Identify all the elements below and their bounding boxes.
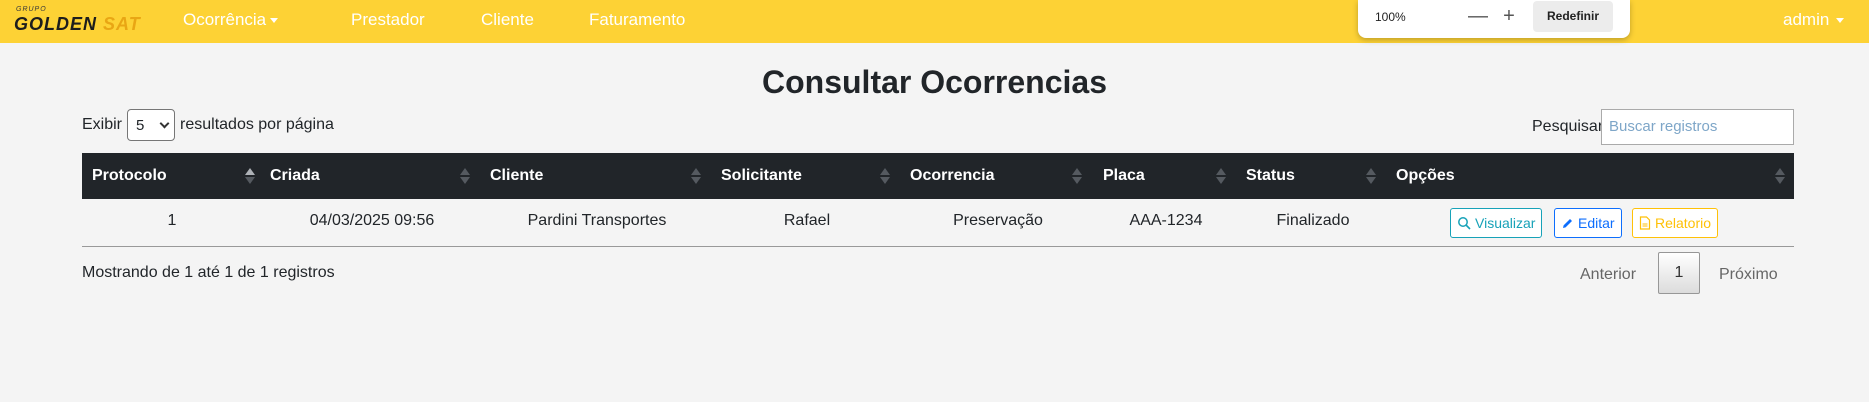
column-header-status[interactable]: Status xyxy=(1246,153,1295,199)
cell-placa: AAA-1234 xyxy=(1129,212,1203,229)
pagination-next[interactable]: Próximo xyxy=(1719,266,1778,284)
zoom-out-icon[interactable]: — xyxy=(1468,6,1488,27)
user-name: admin xyxy=(1783,10,1830,29)
sort-icon xyxy=(1072,168,1082,184)
sort-icon xyxy=(880,168,890,184)
browser-zoom-popup: 100% — + Redefinir xyxy=(1358,0,1630,38)
page-length-suffix: resultados por página xyxy=(180,116,334,133)
report-button[interactable]: Relatorio xyxy=(1632,208,1719,238)
sort-icon xyxy=(1366,168,1376,184)
column-header-solicitante[interactable]: Solicitante xyxy=(721,153,802,199)
cell-cliente: Pardini Transportes xyxy=(527,212,667,229)
report-button-label: Relatorio xyxy=(1655,215,1712,231)
search-label: Pesquisar xyxy=(1532,118,1604,135)
table-row: 1 04/03/2025 09:56 Pardini Transportes R… xyxy=(82,199,1794,247)
nav-faturamento[interactable]: Faturamento xyxy=(589,10,685,30)
column-header-criada[interactable]: Criada xyxy=(270,153,320,199)
brand-name: GOLDEN SAT xyxy=(14,14,141,35)
page-length-value: 5 xyxy=(136,116,145,134)
table-info: Mostrando de 1 até 1 de 1 registros xyxy=(82,264,335,281)
cell-ocorrencia: Preservação xyxy=(953,212,1043,229)
nav-ocorrencia-dropdown[interactable]: Ocorrência xyxy=(183,10,279,30)
user-menu-dropdown[interactable]: admin xyxy=(1783,10,1845,30)
cell-protocolo: 1 xyxy=(167,212,177,229)
page-title: Consultar Ocorrencias xyxy=(762,64,1107,100)
sort-icon xyxy=(1216,168,1226,184)
nav-ocorrencia-label: Ocorrência xyxy=(183,10,267,29)
sort-icon xyxy=(1775,168,1785,184)
cell-status: Finalizado xyxy=(1276,212,1350,229)
pagination-previous[interactable]: Anterior xyxy=(1580,266,1636,284)
zoom-level: 100% xyxy=(1375,10,1406,24)
column-header-opcoes[interactable]: Opções xyxy=(1396,153,1455,199)
page-length-control: Exibir 5 resultados por página xyxy=(82,108,334,142)
zoom-reset-button[interactable]: Redefinir xyxy=(1533,1,1613,32)
edit-button-label: Editar xyxy=(1578,215,1615,231)
caret-down-icon xyxy=(270,18,279,24)
edit-button[interactable]: Editar xyxy=(1554,208,1622,238)
sort-icon xyxy=(460,168,470,184)
cell-solicitante: Rafael xyxy=(783,212,831,229)
file-icon xyxy=(1639,216,1651,230)
brand-logo[interactable]: GRUPO GOLDEN SAT xyxy=(14,6,148,34)
column-header-ocorrencia[interactable]: Ocorrencia xyxy=(910,153,994,199)
brand-golden: GOLDEN xyxy=(14,14,98,34)
page-length-prefix: Exibir xyxy=(82,116,123,133)
brand-sat: SAT xyxy=(103,14,141,34)
zoom-in-icon[interactable]: + xyxy=(1499,6,1519,27)
pencil-icon xyxy=(1563,218,1572,228)
cell-criada: 04/03/2025 09:56 xyxy=(309,212,435,229)
column-header-protocolo[interactable]: Protocolo xyxy=(92,153,167,199)
table-header: Protocolo Criada Cliente Solicitante Oco… xyxy=(82,153,1794,199)
view-button-label: Visualizar xyxy=(1475,215,1536,231)
view-button[interactable]: Visualizar xyxy=(1450,208,1543,238)
nav-cliente[interactable]: Cliente xyxy=(481,10,534,30)
column-header-placa[interactable]: Placa xyxy=(1103,153,1145,199)
nav-prestador[interactable]: Prestador xyxy=(351,10,425,30)
sort-icon xyxy=(245,168,255,184)
column-header-cliente[interactable]: Cliente xyxy=(490,153,543,199)
caret-down-icon xyxy=(1836,18,1845,24)
search-input[interactable]: Buscar registros xyxy=(1601,109,1794,145)
sort-icon xyxy=(691,168,701,184)
chevron-down-icon xyxy=(159,118,170,128)
page-length-select[interactable]: 5 xyxy=(127,109,176,141)
brand-small: GRUPO xyxy=(16,6,47,13)
pagination-page-1[interactable]: 1 xyxy=(1658,252,1700,294)
search-icon xyxy=(1458,217,1471,230)
